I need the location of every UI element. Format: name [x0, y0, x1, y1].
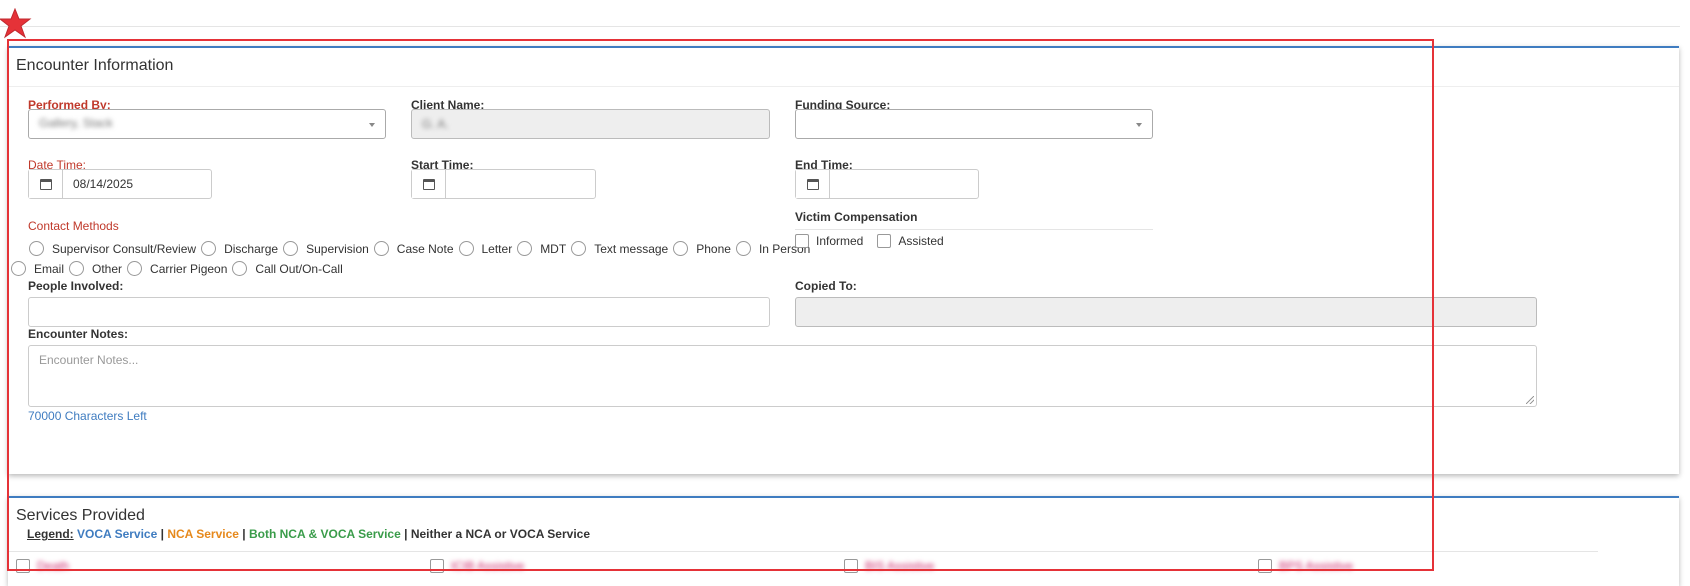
option-label: Other — [92, 261, 123, 276]
radio-mdt[interactable] — [517, 241, 533, 256]
notes-placeholder: Encounter Notes... — [39, 353, 139, 367]
radio-other[interactable] — [69, 261, 85, 276]
date-time-value[interactable]: 08/14/2025 — [63, 170, 143, 198]
victim-compensation-options: Informed Assisted — [795, 234, 949, 248]
star-icon — [0, 8, 32, 39]
legend-neither: Neither a NCA or VOCA Service — [410, 527, 590, 541]
encounter-panel: Encounter Information Performed By: Gall… — [8, 46, 1679, 474]
option-label: Supervisor Consult/Review — [52, 241, 197, 256]
panel-title: Encounter Information — [16, 57, 174, 74]
radio-discharge[interactable] — [201, 241, 217, 256]
characters-left: 70000 Characters Left — [28, 409, 147, 423]
option-label: Call Out/On-Call — [255, 261, 343, 276]
copied-to-field — [795, 297, 1537, 327]
legend-separator: | — [404, 527, 408, 541]
people-involved-label: People Involved: — [28, 279, 124, 293]
chevron-down-icon — [1136, 123, 1142, 127]
option-label: Supervision — [306, 241, 369, 256]
performed-by-value: Gallery, Stack — [39, 116, 113, 130]
service-label: ICIB Assistive — [451, 559, 525, 573]
contact-methods-row-1: Supervisor Consult/Review Discharge Supe… — [29, 241, 815, 256]
radio-phone[interactable] — [673, 241, 689, 256]
service-label: BPS Assistive — [1279, 559, 1354, 573]
calendar-icon — [806, 178, 819, 190]
option-label: Carrier Pigeon — [150, 261, 228, 276]
legend-label: Legend: — [27, 527, 74, 541]
resize-handle[interactable] — [1526, 396, 1534, 404]
option-label: Letter — [481, 241, 513, 256]
legend-separator: | — [160, 527, 164, 541]
calendar-icon — [422, 178, 435, 190]
contact-methods-label: Contact Methods — [28, 219, 119, 233]
end-time-field[interactable] — [795, 169, 979, 199]
start-time-field[interactable] — [411, 169, 596, 199]
assisted-checkbox[interactable] — [877, 234, 892, 248]
option-label: Discharge — [224, 241, 279, 256]
victim-compensation-label: Victim Compensation — [795, 210, 918, 224]
radio-call-out[interactable] — [232, 261, 248, 276]
radio-supervisor-consult[interactable] — [29, 241, 44, 256]
legend-nca: NCA Service — [167, 527, 239, 541]
service-label: Death — [37, 559, 70, 573]
client-name-value: G. A. — [422, 117, 449, 131]
service-checkbox[interactable] — [844, 559, 858, 573]
assisted-label: Assisted — [898, 234, 944, 248]
radio-text-message[interactable] — [571, 241, 587, 256]
radio-letter[interactable] — [458, 241, 474, 256]
chevron-down-icon — [369, 123, 375, 127]
top-divider — [0, 26, 1680, 27]
divider — [8, 551, 1598, 552]
encounter-notes-label: Encounter Notes: — [28, 327, 129, 341]
client-name-field: G. A. — [411, 109, 770, 139]
informed-label: Informed — [816, 234, 864, 248]
start-time-value[interactable] — [446, 170, 466, 198]
performed-by-select[interactable]: Gallery, Stack — [28, 109, 386, 139]
radio-in-person[interactable] — [735, 241, 751, 256]
services-panel: Services Provided Legend: VOCA Service |… — [8, 496, 1679, 586]
service-checkbox[interactable] — [1258, 559, 1272, 573]
calendar-button[interactable] — [29, 170, 63, 198]
funding-source-select[interactable] — [795, 109, 1153, 139]
legend-separator: | — [242, 527, 246, 541]
end-time-value[interactable] — [830, 170, 850, 198]
radio-supervision[interactable] — [283, 241, 299, 256]
people-involved-input[interactable] — [28, 297, 770, 327]
copied-to-label: Copied To: — [795, 279, 857, 293]
legend-voca: VOCA Service — [77, 527, 158, 541]
service-item: Death — [16, 559, 69, 573]
calendar-button[interactable] — [412, 170, 446, 198]
radio-carrier-pigeon[interactable] — [127, 261, 143, 276]
option-label: Text message — [594, 241, 669, 256]
service-label: BIS Assistive — [865, 559, 935, 573]
panel-header-divider — [8, 86, 1679, 87]
divider — [795, 229, 1153, 230]
calendar-icon — [39, 178, 52, 190]
option-label: Phone — [696, 241, 731, 256]
encounter-notes-textarea[interactable]: Encounter Notes... — [28, 345, 1537, 407]
panel-title: Services Provided — [16, 507, 145, 524]
radio-case-note[interactable] — [373, 241, 389, 256]
service-item: BIS Assistive — [844, 559, 934, 573]
service-item: ICIB Assistive — [430, 559, 524, 573]
contact-methods-row-2: Email Other Carrier Pigeon Call Out/On-C… — [11, 261, 348, 276]
date-time-field[interactable]: 08/14/2025 — [28, 169, 212, 199]
calendar-button[interactable] — [796, 170, 830, 198]
service-item: BPS Assistive — [1258, 559, 1353, 573]
option-label: Case Note — [396, 241, 454, 256]
legend-both: Both NCA & VOCA Service — [248, 527, 401, 541]
service-checkbox[interactable] — [430, 559, 444, 573]
option-label: MDT — [540, 241, 567, 256]
service-checkbox[interactable] — [16, 559, 30, 573]
informed-checkbox[interactable] — [795, 234, 809, 248]
service-legend: Legend: VOCA Service | NCA Service | Bot… — [27, 527, 590, 541]
option-label: Email — [34, 261, 65, 276]
radio-email[interactable] — [11, 261, 26, 276]
